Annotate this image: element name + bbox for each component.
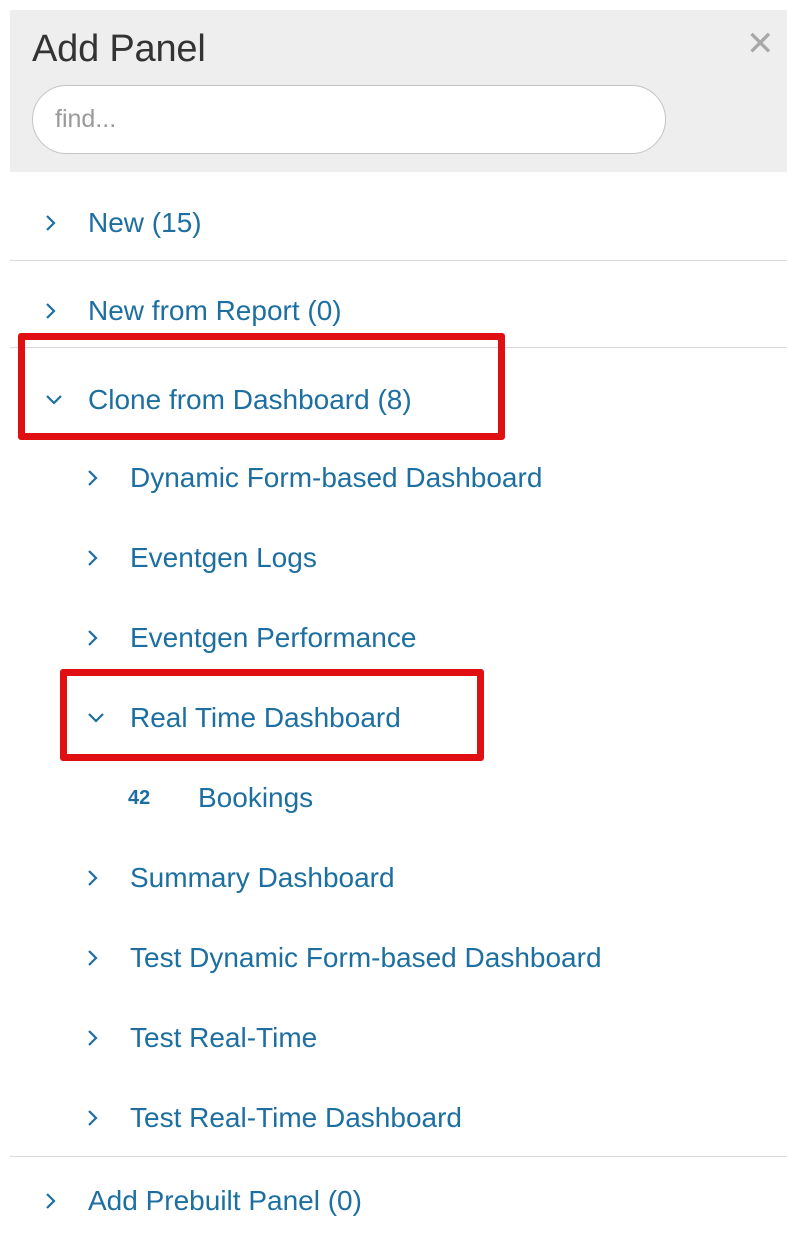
section-add-prebuilt-panel-label: Add Prebuilt Panel (0) <box>88 1185 362 1216</box>
panel-item[interactable]: 42 Bookings <box>10 774 787 822</box>
dashboard-item[interactable]: Eventgen Performance <box>10 614 787 662</box>
chevron-right-icon <box>44 213 74 233</box>
panel-badge: 42 <box>128 786 151 809</box>
dashboard-item[interactable]: Test Dynamic Form-based Dashboard <box>10 934 787 982</box>
chevron-right-icon <box>86 628 116 648</box>
section-new-from-report-label: New from Report (0) <box>88 295 342 326</box>
section-add-prebuilt-panel[interactable]: Add Prebuilt Panel (0) <box>10 1176 787 1226</box>
chevron-right-icon <box>86 468 116 488</box>
chevron-right-icon <box>86 868 116 888</box>
highlight-box <box>18 333 505 440</box>
divider <box>10 1156 787 1157</box>
dashboard-item-label: Summary Dashboard <box>130 862 395 893</box>
close-icon[interactable]: ✕ <box>746 27 775 61</box>
chevron-right-icon <box>86 1108 116 1128</box>
panel-header: Add Panel ✕ <box>10 10 787 172</box>
dashboard-item-label: Eventgen Performance <box>130 622 417 653</box>
dashboard-item[interactable]: Eventgen Logs <box>10 534 787 582</box>
dashboard-item-label: Test Dynamic Form-based Dashboard <box>130 942 602 973</box>
dashboard-item-label: Test Real-Time Dashboard <box>130 1102 462 1133</box>
dashboard-item[interactable]: Summary Dashboard <box>10 854 787 902</box>
find-search-input[interactable] <box>32 85 666 154</box>
dashboard-item[interactable]: Test Real-Time Dashboard <box>10 1094 787 1142</box>
dashboard-item-label: Dynamic Form-based Dashboard <box>130 462 543 493</box>
dashboard-item[interactable]: Dynamic Form-based Dashboard <box>10 454 787 502</box>
chevron-right-icon <box>86 548 116 568</box>
section-new-from-report[interactable]: New from Report (0) <box>10 286 787 336</box>
section-new-label: New (15) <box>88 207 202 238</box>
chevron-right-icon <box>86 948 116 968</box>
dashboard-item-label: Eventgen Logs <box>130 542 317 573</box>
chevron-right-icon <box>86 1028 116 1048</box>
dashboard-item-label: Test Real-Time <box>130 1022 318 1053</box>
section-new[interactable]: New (15) <box>10 198 787 248</box>
add-panel-sidebar: Add Panel ✕ New (15) New from Report (0)… <box>10 10 787 1237</box>
chevron-right-icon <box>44 1191 74 1211</box>
highlight-box <box>60 669 484 761</box>
divider <box>10 260 787 261</box>
dashboard-item[interactable]: Test Real-Time <box>10 1014 787 1062</box>
chevron-right-icon <box>44 301 74 321</box>
panel-item-label: Bookings <box>198 782 314 813</box>
panel-title: Add Panel <box>32 28 206 70</box>
